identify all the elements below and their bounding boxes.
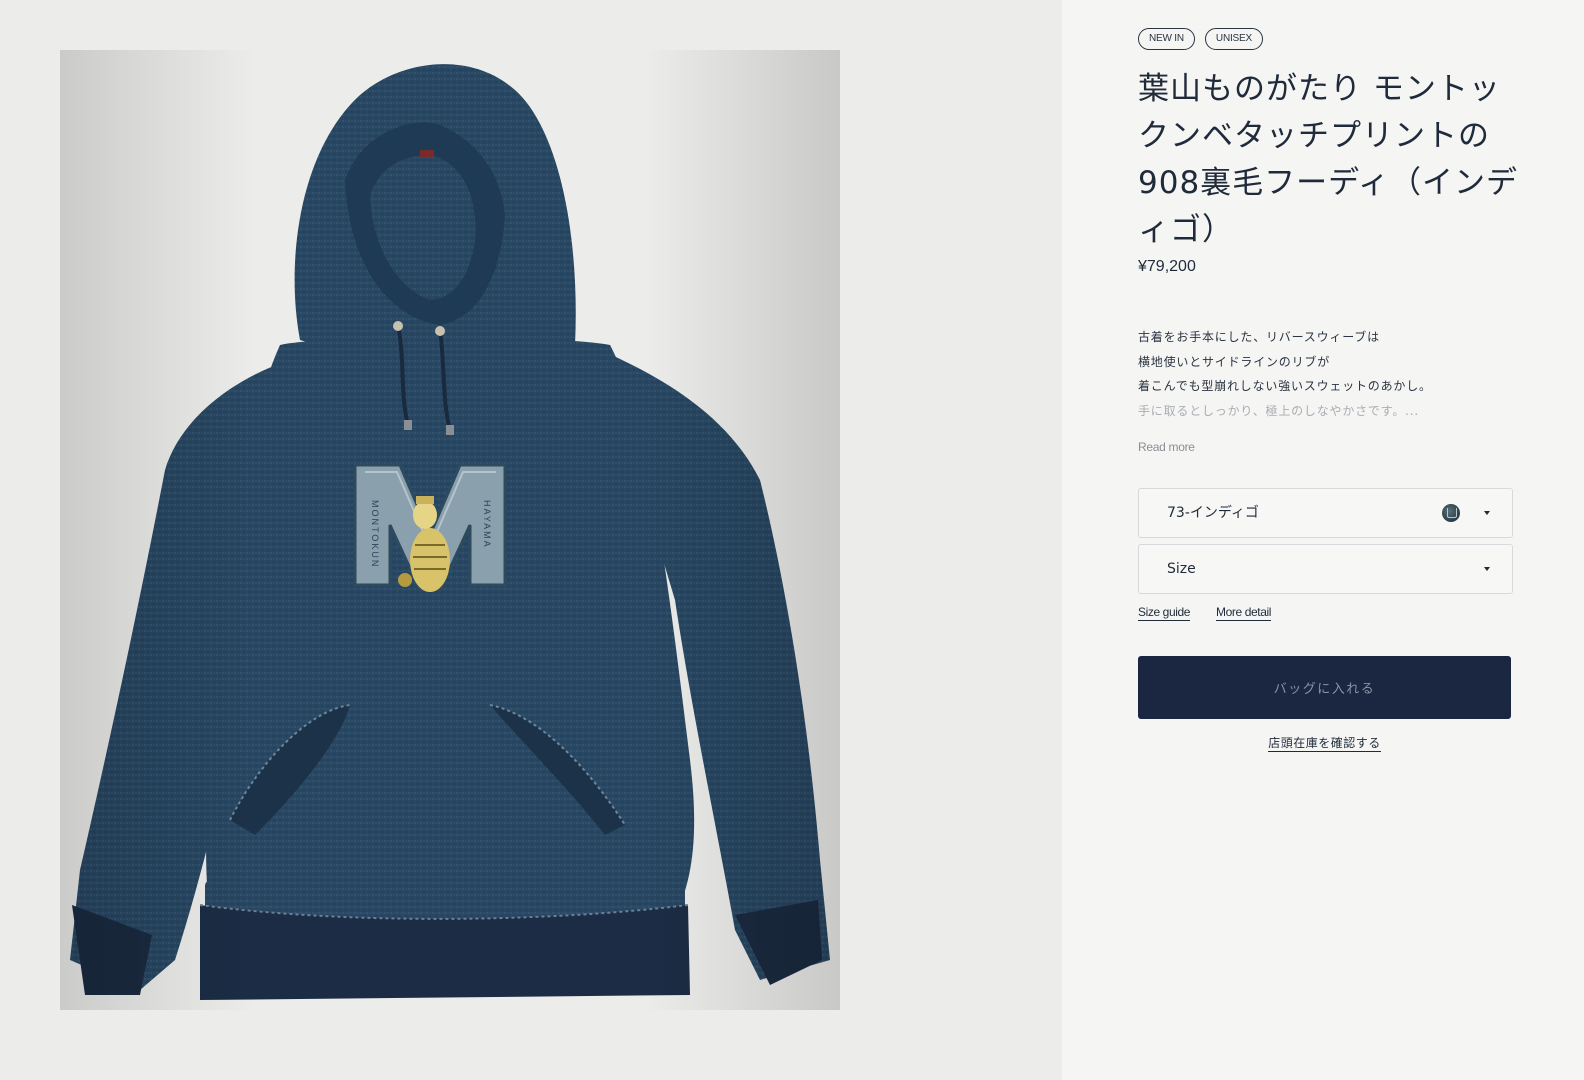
svg-text:MONTOKUN: MONTOKUN [370, 500, 380, 568]
size-select-value: Size [1167, 561, 1196, 577]
store-stock-link-wrapper: 店頭在庫を確認する [1062, 734, 1584, 752]
more-detail-link[interactable]: More detail [1216, 605, 1271, 621]
chevron-down-icon [1484, 567, 1490, 571]
description-line: 古着をお手本にした、リバースウィーブは [1138, 330, 1380, 344]
color-select-value: 73-インディゴ [1167, 505, 1259, 521]
color-select[interactable]: 73-インディゴ [1138, 488, 1513, 538]
size-select[interactable]: Size [1138, 544, 1513, 594]
indigo-swatch-icon [1442, 504, 1460, 522]
hoodie-illustration: MONTOKUN HAYAMA [60, 50, 840, 1010]
description-line: 手に取るとしっかり、極上のしなやかさです。... [1138, 403, 1419, 418]
product-info-panel: NEW IN UNISEX 葉山ものがたり モントックンベタッチプリントの908… [1062, 0, 1584, 1080]
chevron-down-icon [1484, 511, 1490, 515]
unisex-badge: UNISEX [1204, 28, 1263, 50]
product-description: 古着をお手本にした、リバースウィーブは 横地使いとサイドラインのリブが 着こんで… [1138, 325, 1518, 423]
badge-list: NEW IN UNISEX [1138, 28, 1263, 50]
description-line: 着こんでも型崩れしない強いスウェットのあかし。 [1138, 379, 1432, 393]
new-in-badge: NEW IN [1138, 28, 1195, 50]
description-line: 横地使いとサイドラインのリブが [1138, 354, 1331, 369]
product-title: 葉山ものがたり モントックンベタッチプリントの908裏毛フーディ（インディゴ） [1138, 71, 1518, 248]
add-to-bag-button[interactable]: バッグに入れる [1138, 656, 1511, 719]
product-price: ¥79,200 [1138, 258, 1196, 275]
store-stock-link[interactable]: 店頭在庫を確認する [1268, 736, 1381, 752]
product-links: Size guide More detail [1138, 605, 1271, 621]
read-more-link[interactable]: Read more [1138, 440, 1195, 454]
svg-text:HAYAMA: HAYAMA [482, 500, 492, 549]
product-image[interactable]: MONTOKUN HAYAMA [0, 0, 1062, 1080]
size-guide-link[interactable]: Size guide [1138, 605, 1190, 621]
